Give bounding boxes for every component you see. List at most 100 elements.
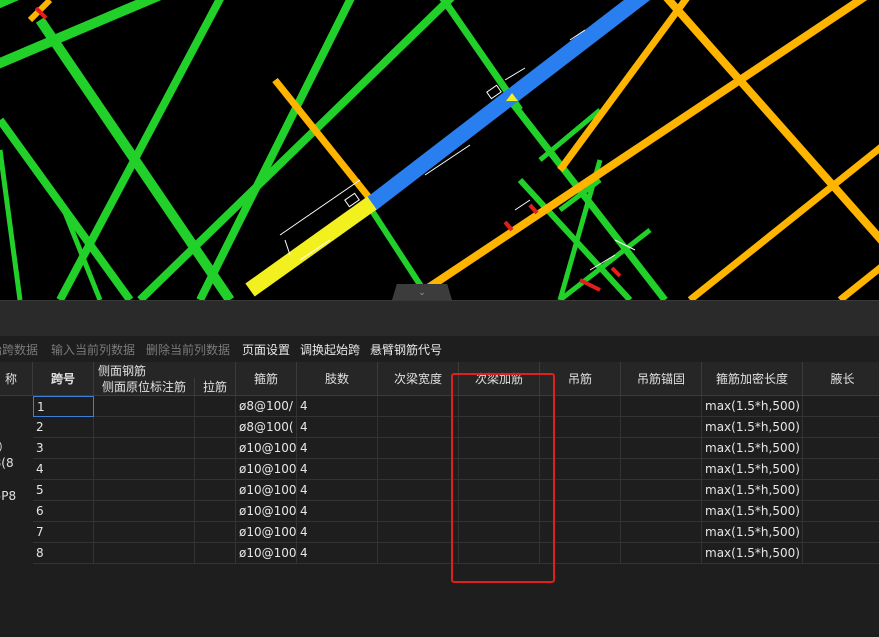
cell-haunch[interactable] [803, 480, 879, 501]
cell-tie[interactable] [195, 438, 236, 459]
cell-hanger-anchor[interactable] [621, 501, 702, 522]
cell-hanger-anchor[interactable] [621, 480, 702, 501]
cell-tie[interactable] [195, 480, 236, 501]
cell-dense-length[interactable]: max(1.5*h,500) [702, 522, 803, 543]
cell-span-no[interactable]: 2 [33, 417, 94, 438]
cell-secondary-width[interactable] [378, 417, 459, 438]
cell-legs[interactable]: 4 [297, 543, 378, 564]
col-header-legs[interactable]: 肢数 [297, 362, 378, 396]
cell-dense-length[interactable]: max(1.5*h,500) [702, 438, 803, 459]
cell-hanger-anchor[interactable] [621, 459, 702, 480]
col-header-tie[interactable]: 拉筋 [195, 378, 236, 396]
cell-side-original[interactable] [94, 480, 195, 501]
col-header-hanger-anchor[interactable]: 吊筋锚固 [621, 362, 702, 396]
cell-dense-length[interactable]: max(1.5*h,500) [702, 480, 803, 501]
cell-legs[interactable]: 4 [297, 480, 378, 501]
col-header-stirrup[interactable]: 箍筋 [236, 362, 297, 396]
cell-secondary-width[interactable] [378, 459, 459, 480]
span-table: 称 跨号 侧面钢筋 侧面原位标注筋 拉筋 箍筋 肢数 次梁宽度 次梁加筋 吊筋 … [0, 362, 879, 637]
cell-hanger-anchor[interactable] [621, 522, 702, 543]
col-header-side-original[interactable]: 侧面原位标注筋 [94, 378, 195, 396]
cell-tie[interactable] [195, 501, 236, 522]
cell-span-no[interactable]: 3 [33, 438, 94, 459]
cell-dense-length[interactable]: max(1.5*h,500) [702, 459, 803, 480]
col-header-span-no[interactable]: 跨号 [33, 362, 94, 396]
cell-secondary-width[interactable] [378, 396, 459, 417]
cell-span-no[interactable]: 8 [33, 543, 94, 564]
cell-span-no[interactable]: 7 [33, 522, 94, 543]
beam-drawing [0, 0, 879, 300]
cell-stirrup[interactable]: ø10@100 [236, 543, 297, 564]
beam-name-fragment: 48(8 [0, 456, 14, 470]
cell-haunch[interactable] [803, 459, 879, 480]
cell-side-original[interactable] [94, 543, 195, 564]
toolbar-swap-start-span[interactable]: 调换起始跨 [300, 341, 360, 358]
cell-tie[interactable] [195, 543, 236, 564]
cell-tie[interactable] [195, 459, 236, 480]
beam-name-fragment: 库） [0, 438, 10, 455]
toolbar-first-span-data[interactable]: 始跨数据 [0, 341, 38, 358]
cell-legs[interactable]: 4 [297, 501, 378, 522]
cell-dense-length[interactable]: max(1.5*h,500) [702, 417, 803, 438]
cell-stirrup[interactable]: ø10@100 [236, 501, 297, 522]
col-header-side-rebar[interactable]: 侧面钢筋 [94, 362, 236, 378]
cad-viewport[interactable]: ⌄ [0, 0, 879, 300]
table-toolbar: 始跨数据 输入当前列数据 删除当前列数据 页面设置 调换起始跨 悬臂钢筋代号 [0, 336, 879, 362]
cell-dense-length[interactable]: max(1.5*h,500) [702, 396, 803, 417]
cell-tie[interactable] [195, 417, 236, 438]
toolbar-input-column-data[interactable]: 输入当前列数据 [51, 341, 135, 358]
toolbar-page-settings[interactable]: 页面设置 [242, 341, 290, 358]
col-header-haunch[interactable]: 腋长 [803, 362, 879, 396]
cell-legs[interactable]: 4 [297, 459, 378, 480]
cell-side-original[interactable] [94, 438, 195, 459]
panel-title-bar [0, 300, 879, 337]
cell-hanger-anchor[interactable] [621, 396, 702, 417]
cell-side-original[interactable] [94, 417, 195, 438]
cell-side-original[interactable] [94, 522, 195, 543]
cell-haunch[interactable] [803, 522, 879, 543]
cell-hanger-anchor[interactable] [621, 438, 702, 459]
cell-haunch[interactable] [803, 501, 879, 522]
cell-side-original[interactable] [94, 459, 195, 480]
beam-name-fragment: 35P8 [0, 489, 17, 503]
cell-side-original[interactable] [94, 396, 195, 417]
cell-stirrup[interactable]: ø10@100 [236, 459, 297, 480]
cell-hanger-anchor[interactable] [621, 543, 702, 564]
col-header-dense-length[interactable]: 箍筋加密长度 [702, 362, 803, 396]
cell-span-no[interactable]: 4 [33, 459, 94, 480]
toolbar-delete-column-data[interactable]: 删除当前列数据 [146, 341, 230, 358]
cell-legs[interactable]: 4 [297, 522, 378, 543]
cell-haunch[interactable] [803, 417, 879, 438]
cell-legs[interactable]: 4 [297, 438, 378, 459]
cell-haunch[interactable] [803, 543, 879, 564]
cell-hanger-anchor[interactable] [621, 417, 702, 438]
cell-dense-length[interactable]: max(1.5*h,500) [702, 501, 803, 522]
cell-span-no[interactable]: 6 [33, 501, 94, 522]
cell-dense-length[interactable]: max(1.5*h,500) [702, 543, 803, 564]
cell-stirrup[interactable]: ø10@100 [236, 522, 297, 543]
highlight-box [451, 373, 555, 583]
cell-legs[interactable]: 4 [297, 417, 378, 438]
cell-tie[interactable] [195, 522, 236, 543]
cell-secondary-width[interactable] [378, 480, 459, 501]
toolbar-cantilever-code[interactable]: 悬臂钢筋代号 [370, 341, 442, 358]
cell-haunch[interactable] [803, 438, 879, 459]
cell-secondary-width[interactable] [378, 522, 459, 543]
cell-secondary-width[interactable] [378, 501, 459, 522]
cell-secondary-width[interactable] [378, 438, 459, 459]
collapse-panel-button[interactable]: ⌄ [392, 284, 452, 300]
col-header-name[interactable]: 称 [0, 362, 33, 396]
col-header-secondary-width[interactable]: 次梁宽度 [378, 362, 459, 396]
cell-legs[interactable]: 4 [297, 396, 378, 417]
chevron-down-icon: ⌄ [418, 288, 426, 298]
cell-span-no[interactable]: 5 [33, 480, 94, 501]
cell-stirrup[interactable]: ø8@100/ [236, 396, 297, 417]
cell-side-original[interactable] [94, 501, 195, 522]
cell-stirrup[interactable]: ø8@100( [236, 417, 297, 438]
cell-secondary-width[interactable] [378, 543, 459, 564]
cell-haunch[interactable] [803, 396, 879, 417]
cell-tie[interactable] [195, 396, 236, 417]
cell-stirrup[interactable]: ø10@100 [236, 480, 297, 501]
cell-span-no[interactable]: 1 [33, 396, 94, 417]
cell-stirrup[interactable]: ø10@100 [236, 438, 297, 459]
